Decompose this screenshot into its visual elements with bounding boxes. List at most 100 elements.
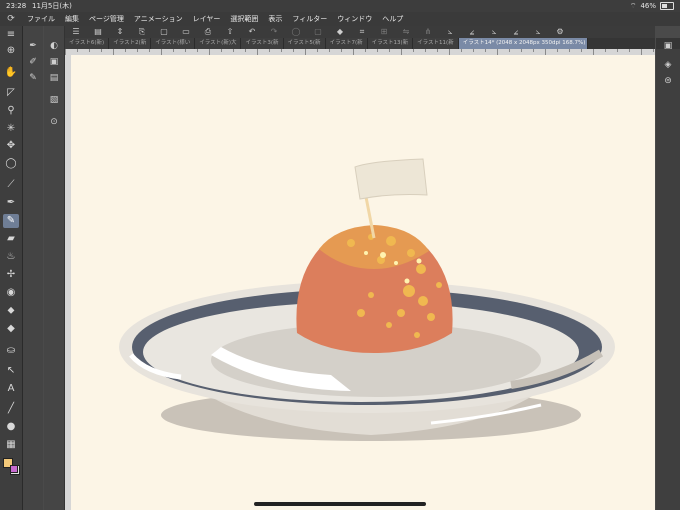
menu-help[interactable]: ヘルプ [377,12,408,26]
ruler-tick [365,49,366,52]
ruler-1-icon[interactable]: ⦣ [439,26,461,38]
select-rect-icon[interactable]: ▢ [307,26,329,38]
ruler-tick [473,49,474,52]
ruler-tick [89,49,90,52]
canvas-tab[interactable]: イラスト5(新 [283,38,326,49]
detail-2-icon[interactable]: ▣ [47,56,61,69]
lasso-tool-icon[interactable]: ◯ [3,157,19,171]
move-tool-icon[interactable]: ✥ [3,139,19,153]
menu-window[interactable]: ウィンドウ [332,12,377,26]
ruler-tick [461,49,462,52]
text-tool-icon[interactable]: A [3,382,19,396]
arrows-icon[interactable]: ⇕ [109,26,131,38]
export-icon[interactable]: ⇧ [219,26,241,38]
pen-tool-icon[interactable]: ✒ [3,196,19,210]
redo-icon[interactable]: ↷ [263,26,285,38]
flip-icon[interactable]: ⇋ [395,26,417,38]
ruler-tick [221,49,222,52]
operation-tool-icon[interactable]: ◸ [3,86,19,100]
brush-tool-icon[interactable]: ✎ [3,214,19,228]
tool-palette: ≡ ⊕ ✋ ◸ ⚲ ✳ ✥ ◯ ⟋ ✒ ✎ ▰ ♨ ✢ ◉ ⬥ ◆ ⛀ ↖ A … [0,26,23,510]
transparent-swatch[interactable] [10,465,18,473]
canvas-tab[interactable]: イラスト3(新 [241,38,284,49]
layers-icon[interactable]: ▤ [87,26,109,38]
canvas-tab-active[interactable]: イラスト14* (2048 x 2048px 350dpi 168.7%) [458,38,588,49]
hand-tool-icon[interactable]: ✋ [3,66,19,80]
collapse-icon[interactable]: ≡ [3,28,19,42]
canvas-tab[interactable]: イラスト13(新 [367,38,414,49]
wifi-icon: ⌔ [629,2,637,10]
layer-panel-icon[interactable]: ◈ [662,59,674,71]
airbrush-icon[interactable]: ♨ [3,250,19,264]
pencil-tool-icon[interactable]: ▰ [3,232,19,246]
bucket-icon[interactable]: ⛀ [3,344,19,358]
material-panel-icon[interactable]: ⊜ [662,75,674,87]
canvas-tab[interactable]: イラスト11(新 [413,38,459,49]
right-panel-rail: ▣ ◈ ⊜ [656,41,680,510]
canvas-tab[interactable]: イラスト2(新 [109,38,152,49]
menu-view[interactable]: 表示 [263,12,287,26]
menu-animation[interactable]: アニメーション [129,12,188,26]
ruler-3-icon[interactable]: ⦣ [483,26,505,38]
fill-tool-icon[interactable]: ◆ [3,322,19,336]
app-logo-icon[interactable]: ⟳ [0,12,22,26]
detail-4-icon[interactable]: ▧ [47,94,61,107]
battery-icon [660,2,674,10]
eraser-icon[interactable]: ⬥ [3,304,19,318]
print-icon[interactable]: ⎙ [197,26,219,38]
ruler-tick [101,49,102,52]
line-tool-icon[interactable]: ╱ [3,402,19,416]
subtool-3-icon[interactable]: ✎ [26,72,40,85]
search-tool-icon[interactable]: ⚲ [3,104,19,118]
menu-edit[interactable]: 編集 [60,12,84,26]
ruler-tick [557,49,558,52]
blend-tool-icon[interactable]: ◉ [3,286,19,300]
zoom-tool-icon[interactable]: ⊕ [3,44,19,58]
subtool-1-icon[interactable]: ✒ [26,40,40,53]
ruler-tick [269,49,270,52]
new-icon[interactable]: ▢ [153,26,175,38]
figure-tool-icon[interactable]: ↖ [3,364,19,378]
crop-icon[interactable]: ⌗ [351,26,373,38]
menu-file[interactable]: ファイル [22,12,60,26]
ruler-tick [317,49,318,52]
auto-select-icon[interactable]: ✳ [3,122,19,136]
menu-page[interactable]: ページ管理 [84,12,129,26]
menu-selection[interactable]: 選択範囲 [225,12,263,26]
eyedropper-icon[interactable]: ⟋ [3,178,19,192]
canvas-tab[interactable]: イラスト(様い [151,38,196,49]
ruler-tick [521,49,522,52]
save-icon[interactable]: ⎘ [131,26,153,38]
ruler-2-icon[interactable]: ⦤ [461,26,483,38]
command-bar: ☰ ▤ ⇕ ⎘ ▢ ▭ ⎙ ⇧ ↶ ↷ ◯ ▢ ◆ ⌗ ⊞ ⇋ ⋔ ⦣ ⦤ ⦣ … [65,26,655,38]
detail-1-icon[interactable]: ◐ [47,40,61,53]
detail-3-icon[interactable]: ▤ [47,72,61,85]
detail-5-icon[interactable]: ⊙ [47,116,61,129]
ruler-tick [137,49,138,52]
snap-icon[interactable]: ⋔ [417,26,439,38]
ruler-5-icon[interactable]: ⦣ [527,26,549,38]
frame-tool-icon[interactable]: ▦ [3,438,19,452]
subtool-2-icon[interactable]: ✐ [26,56,40,69]
menu-layer[interactable]: レイヤー [188,12,226,26]
status-time: 23:28 [6,2,27,10]
panel-toggle-icon[interactable]: ▣ [662,40,674,52]
menu-icon[interactable]: ☰ [65,26,87,38]
select-circle-icon[interactable]: ◯ [285,26,307,38]
decoration-icon[interactable]: ✢ [3,268,19,282]
home-indicator [254,502,426,506]
grid-icon[interactable]: ⊞ [373,26,395,38]
ruler-tick [653,49,654,52]
canvas-tab[interactable]: イラスト(新)大 [195,38,242,49]
ruler-4-icon[interactable]: ⦤ [505,26,527,38]
canvas-tab[interactable]: イラスト7(新 [325,38,368,49]
drawing-canvas[interactable] [71,55,655,510]
circle-tool-icon[interactable]: ● [3,420,19,434]
ruler-tick [509,49,510,52]
canvas-tab[interactable]: イラスト6(新) [65,38,110,49]
fill-icon[interactable]: ◆ [329,26,351,38]
undo-icon[interactable]: ↶ [241,26,263,38]
settings-icon[interactable]: ⚙ [549,26,571,38]
open-icon[interactable]: ▭ [175,26,197,38]
menu-filter[interactable]: フィルター [287,12,332,26]
